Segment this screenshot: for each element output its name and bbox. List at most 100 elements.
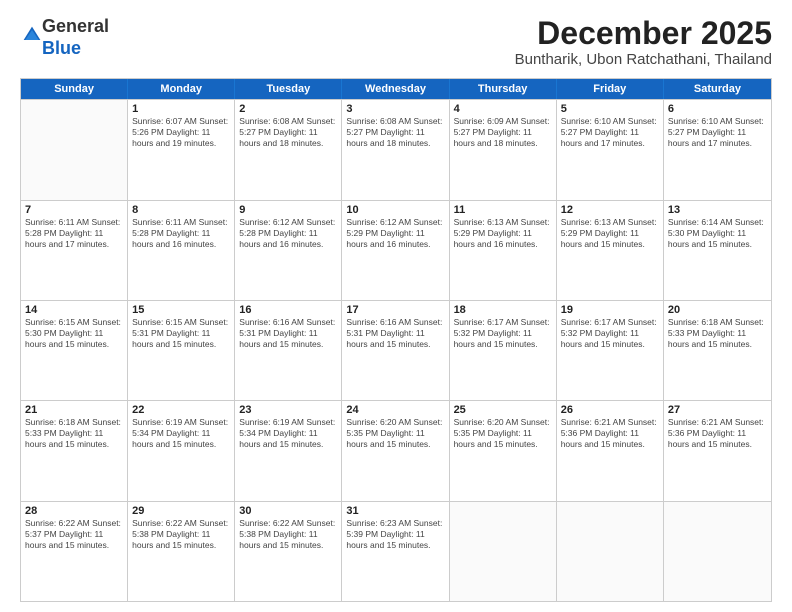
day-4: 4Sunrise: 6:09 AM Sunset: 5:27 PM Daylig… (450, 100, 557, 199)
day-number: 19 (561, 304, 659, 316)
day-info: Sunrise: 6:20 AM Sunset: 5:35 PM Dayligh… (346, 417, 444, 450)
day-2: 2Sunrise: 6:08 AM Sunset: 5:27 PM Daylig… (235, 100, 342, 199)
location-title: Buntharik, Ubon Ratchathani, Thailand (515, 51, 772, 68)
day-info: Sunrise: 6:17 AM Sunset: 5:32 PM Dayligh… (454, 317, 552, 350)
empty-cell (664, 502, 771, 601)
day-26: 26Sunrise: 6:21 AM Sunset: 5:36 PM Dayli… (557, 401, 664, 500)
day-31: 31Sunrise: 6:23 AM Sunset: 5:39 PM Dayli… (342, 502, 449, 601)
week-row-4: 21Sunrise: 6:18 AM Sunset: 5:33 PM Dayli… (21, 400, 771, 500)
day-info: Sunrise: 6:20 AM Sunset: 5:35 PM Dayligh… (454, 417, 552, 450)
day-17: 17Sunrise: 6:16 AM Sunset: 5:31 PM Dayli… (342, 301, 449, 400)
day-info: Sunrise: 6:15 AM Sunset: 5:31 PM Dayligh… (132, 317, 230, 350)
day-number: 28 (25, 505, 123, 517)
day-info: Sunrise: 6:13 AM Sunset: 5:29 PM Dayligh… (561, 217, 659, 250)
day-number: 17 (346, 304, 444, 316)
day-15: 15Sunrise: 6:15 AM Sunset: 5:31 PM Dayli… (128, 301, 235, 400)
page: General Blue December 2025 Buntharik, Ub… (0, 0, 792, 612)
day-number: 27 (668, 404, 767, 416)
header-sunday: Sunday (21, 79, 128, 99)
day-info: Sunrise: 6:16 AM Sunset: 5:31 PM Dayligh… (239, 317, 337, 350)
day-number: 31 (346, 505, 444, 517)
empty-cell (450, 502, 557, 601)
day-28: 28Sunrise: 6:22 AM Sunset: 5:37 PM Dayli… (21, 502, 128, 601)
day-16: 16Sunrise: 6:16 AM Sunset: 5:31 PM Dayli… (235, 301, 342, 400)
day-29: 29Sunrise: 6:22 AM Sunset: 5:38 PM Dayli… (128, 502, 235, 601)
title-block: December 2025 Buntharik, Ubon Ratchathan… (515, 16, 772, 68)
day-11: 11Sunrise: 6:13 AM Sunset: 5:29 PM Dayli… (450, 201, 557, 300)
day-number: 7 (25, 204, 123, 216)
day-22: 22Sunrise: 6:19 AM Sunset: 5:34 PM Dayli… (128, 401, 235, 500)
day-info: Sunrise: 6:22 AM Sunset: 5:38 PM Dayligh… (132, 518, 230, 551)
day-info: Sunrise: 6:12 AM Sunset: 5:29 PM Dayligh… (346, 217, 444, 250)
day-info: Sunrise: 6:21 AM Sunset: 5:36 PM Dayligh… (561, 417, 659, 450)
header-friday: Friday (557, 79, 664, 99)
day-number: 30 (239, 505, 337, 517)
day-3: 3Sunrise: 6:08 AM Sunset: 5:27 PM Daylig… (342, 100, 449, 199)
day-info: Sunrise: 6:17 AM Sunset: 5:32 PM Dayligh… (561, 317, 659, 350)
day-24: 24Sunrise: 6:20 AM Sunset: 5:35 PM Dayli… (342, 401, 449, 500)
day-14: 14Sunrise: 6:15 AM Sunset: 5:30 PM Dayli… (21, 301, 128, 400)
day-12: 12Sunrise: 6:13 AM Sunset: 5:29 PM Dayli… (557, 201, 664, 300)
day-25: 25Sunrise: 6:20 AM Sunset: 5:35 PM Dayli… (450, 401, 557, 500)
logo-general: General (42, 16, 109, 36)
day-number: 11 (454, 204, 552, 216)
day-number: 20 (668, 304, 767, 316)
empty-cell (21, 100, 128, 199)
logo-blue: Blue (42, 38, 81, 58)
day-9: 9Sunrise: 6:12 AM Sunset: 5:28 PM Daylig… (235, 201, 342, 300)
day-number: 21 (25, 404, 123, 416)
day-7: 7Sunrise: 6:11 AM Sunset: 5:28 PM Daylig… (21, 201, 128, 300)
day-number: 5 (561, 103, 659, 115)
calendar: SundayMondayTuesdayWednesdayThursdayFrid… (20, 78, 772, 602)
day-info: Sunrise: 6:11 AM Sunset: 5:28 PM Dayligh… (25, 217, 123, 250)
day-info: Sunrise: 6:12 AM Sunset: 5:28 PM Dayligh… (239, 217, 337, 250)
header: General Blue December 2025 Buntharik, Ub… (20, 16, 772, 68)
day-info: Sunrise: 6:23 AM Sunset: 5:39 PM Dayligh… (346, 518, 444, 551)
week-row-1: 1Sunrise: 6:07 AM Sunset: 5:26 PM Daylig… (21, 99, 771, 199)
day-18: 18Sunrise: 6:17 AM Sunset: 5:32 PM Dayli… (450, 301, 557, 400)
day-number: 29 (132, 505, 230, 517)
day-info: Sunrise: 6:21 AM Sunset: 5:36 PM Dayligh… (668, 417, 767, 450)
day-number: 2 (239, 103, 337, 115)
day-21: 21Sunrise: 6:18 AM Sunset: 5:33 PM Dayli… (21, 401, 128, 500)
day-number: 18 (454, 304, 552, 316)
header-wednesday: Wednesday (342, 79, 449, 99)
day-number: 25 (454, 404, 552, 416)
day-number: 23 (239, 404, 337, 416)
day-info: Sunrise: 6:14 AM Sunset: 5:30 PM Dayligh… (668, 217, 767, 250)
day-number: 9 (239, 204, 337, 216)
week-row-2: 7Sunrise: 6:11 AM Sunset: 5:28 PM Daylig… (21, 200, 771, 300)
day-number: 10 (346, 204, 444, 216)
empty-cell (557, 502, 664, 601)
day-info: Sunrise: 6:08 AM Sunset: 5:27 PM Dayligh… (346, 116, 444, 149)
calendar-body: 1Sunrise: 6:07 AM Sunset: 5:26 PM Daylig… (21, 99, 771, 601)
day-info: Sunrise: 6:09 AM Sunset: 5:27 PM Dayligh… (454, 116, 552, 149)
day-8: 8Sunrise: 6:11 AM Sunset: 5:28 PM Daylig… (128, 201, 235, 300)
day-info: Sunrise: 6:22 AM Sunset: 5:37 PM Dayligh… (25, 518, 123, 551)
day-info: Sunrise: 6:19 AM Sunset: 5:34 PM Dayligh… (239, 417, 337, 450)
day-number: 14 (25, 304, 123, 316)
day-number: 12 (561, 204, 659, 216)
day-info: Sunrise: 6:15 AM Sunset: 5:30 PM Dayligh… (25, 317, 123, 350)
day-info: Sunrise: 6:07 AM Sunset: 5:26 PM Dayligh… (132, 116, 230, 149)
day-number: 16 (239, 304, 337, 316)
day-number: 13 (668, 204, 767, 216)
day-1: 1Sunrise: 6:07 AM Sunset: 5:26 PM Daylig… (128, 100, 235, 199)
day-info: Sunrise: 6:19 AM Sunset: 5:34 PM Dayligh… (132, 417, 230, 450)
header-saturday: Saturday (664, 79, 771, 99)
header-thursday: Thursday (450, 79, 557, 99)
day-number: 8 (132, 204, 230, 216)
day-number: 1 (132, 103, 230, 115)
day-13: 13Sunrise: 6:14 AM Sunset: 5:30 PM Dayli… (664, 201, 771, 300)
day-info: Sunrise: 6:18 AM Sunset: 5:33 PM Dayligh… (668, 317, 767, 350)
day-number: 24 (346, 404, 444, 416)
day-info: Sunrise: 6:18 AM Sunset: 5:33 PM Dayligh… (25, 417, 123, 450)
day-info: Sunrise: 6:10 AM Sunset: 5:27 PM Dayligh… (668, 116, 767, 149)
calendar-header: SundayMondayTuesdayWednesdayThursdayFrid… (21, 79, 771, 99)
day-info: Sunrise: 6:08 AM Sunset: 5:27 PM Dayligh… (239, 116, 337, 149)
day-number: 22 (132, 404, 230, 416)
month-title: December 2025 (515, 16, 772, 51)
week-row-5: 28Sunrise: 6:22 AM Sunset: 5:37 PM Dayli… (21, 501, 771, 601)
day-number: 3 (346, 103, 444, 115)
day-5: 5Sunrise: 6:10 AM Sunset: 5:27 PM Daylig… (557, 100, 664, 199)
